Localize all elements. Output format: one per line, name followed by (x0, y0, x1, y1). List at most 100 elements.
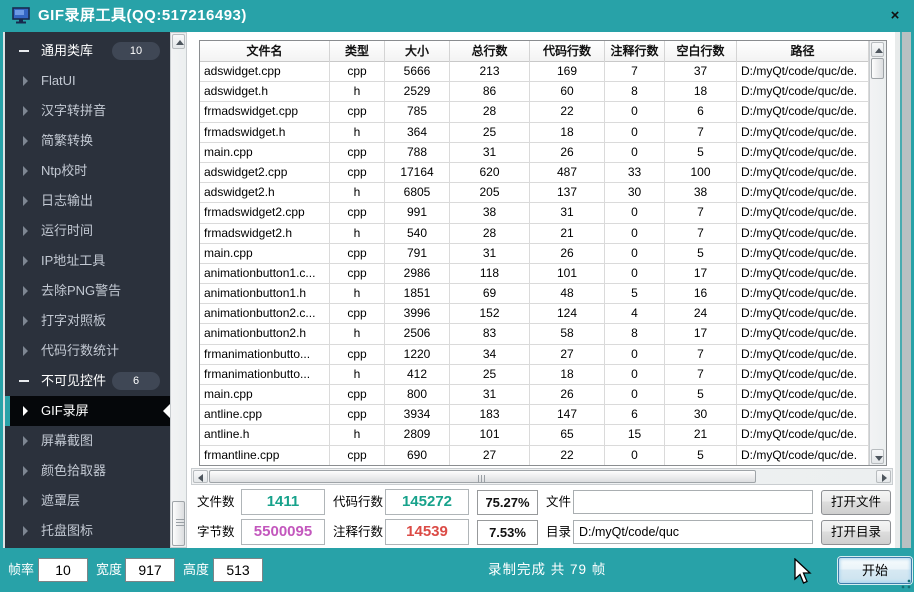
table-cell: 5 (665, 446, 737, 465)
table-cell: frmadswidget2.cpp (200, 203, 330, 223)
table-row[interactable]: frmadswidget.cppcpp785282206D:/myQt/code… (200, 102, 869, 122)
table-cell: cpp (330, 102, 385, 122)
column-header[interactable]: 类型 (330, 41, 385, 62)
table-cell: 0 (605, 345, 665, 365)
column-header[interactable]: 代码行数 (530, 41, 605, 62)
table-row[interactable]: adswidget2.cppcpp1716462048733100D:/myQt… (200, 163, 869, 183)
table-cell: h (330, 82, 385, 102)
open-file-button[interactable]: 打开文件 (821, 490, 891, 515)
directory-label: 目录 (546, 519, 571, 545)
sidebar-item[interactable]: 颜色拾取器 (5, 456, 170, 486)
table-row[interactable]: animationbutton2.hh25068358817D:/myQt/co… (200, 324, 869, 344)
table-cell: 412 (385, 365, 450, 385)
scroll-left-button[interactable] (193, 470, 208, 483)
table-cell: 124 (530, 304, 605, 324)
table-cell: antline.cpp (200, 405, 330, 425)
table-cell: 7 (665, 123, 737, 143)
table-cell: D:/myQt/code/quc/de. (737, 264, 869, 284)
column-header[interactable]: 路径 (737, 41, 869, 62)
table-row[interactable]: frmantline.cppcpp690272205D:/myQt/code/q… (200, 446, 869, 465)
sidebar-item[interactable]: IP地址工具 (5, 246, 170, 276)
code-lines-label: 代码行数 (333, 489, 383, 515)
table-row[interactable]: animationbutton1.hh18516948516D:/myQt/co… (200, 284, 869, 304)
arrow-left-icon (198, 474, 203, 482)
close-icon[interactable]: × (884, 5, 906, 27)
sidebar-item[interactable]: 日志输出 (5, 186, 170, 216)
sidebar-item[interactable]: FlatUI (5, 66, 170, 96)
triangle-right-icon (23, 106, 28, 116)
table-vertical-scrollbar[interactable] (869, 41, 886, 465)
table-cell: 213 (450, 62, 530, 82)
table-row[interactable]: frmadswidget2.hh540282107D:/myQt/code/qu… (200, 224, 869, 244)
table-cell: 2809 (385, 425, 450, 445)
table-cell: 25 (450, 365, 530, 385)
table-cell: cpp (330, 203, 385, 223)
table-cell: 7 (665, 224, 737, 244)
table-cell: 2986 (385, 264, 450, 284)
table-row[interactable]: adswidget.cppcpp5666213169737D:/myQt/cod… (200, 62, 869, 82)
scroll-down-button[interactable] (871, 449, 884, 464)
sidebar-group-header[interactable]: 不可见控件6 (5, 366, 170, 396)
sidebar-scrollbar[interactable] (170, 32, 187, 548)
arrow-right-icon (882, 474, 887, 482)
scroll-up-button[interactable] (871, 42, 884, 57)
table-row[interactable]: frmanimationbutto...cpp1220342707D:/myQt… (200, 345, 869, 365)
sidebar-item[interactable]: 简繁转换 (5, 126, 170, 156)
table-cell: 800 (385, 385, 450, 405)
sidebar-item[interactable]: 运行时间 (5, 216, 170, 246)
sidebar-item[interactable]: 去除PNG警告 (5, 276, 170, 306)
table-cell: 38 (665, 183, 737, 203)
table-cell: 16 (665, 284, 737, 304)
column-header[interactable]: 文件名 (200, 41, 330, 62)
table-cell: D:/myQt/code/quc/de. (737, 82, 869, 102)
column-header[interactable]: 大小 (385, 41, 450, 62)
column-header[interactable]: 空白行数 (665, 41, 737, 62)
open-directory-button[interactable]: 打开目录 (821, 520, 891, 545)
column-header[interactable]: 总行数 (450, 41, 530, 62)
sidebar-scroll-thumb[interactable] (172, 501, 185, 546)
table-row[interactable]: main.cppcpp800312605D:/myQt/code/quc/de. (200, 385, 869, 405)
table-row[interactable]: main.cppcpp788312605D:/myQt/code/quc/de. (200, 143, 869, 163)
table-row[interactable]: animationbutton2.c...cpp3996152124424D:/… (200, 304, 869, 324)
table-row[interactable]: main.cppcpp791312605D:/myQt/code/quc/de. (200, 244, 869, 264)
table-row[interactable]: adswidget2.hh68052051373038D:/myQt/code/… (200, 183, 869, 203)
table-cell: animationbutton2.c... (200, 304, 330, 324)
table-row[interactable]: animationbutton1.c...cpp2986118101017D:/… (200, 264, 869, 284)
table-cell: 30 (665, 405, 737, 425)
table-cell: 0 (605, 203, 665, 223)
sidebar-item-label: 运行时间 (41, 216, 93, 246)
sidebar-item[interactable]: 打字对照板 (5, 306, 170, 336)
sidebar-item-label: 不可见控件 (41, 366, 106, 396)
table-row[interactable]: frmadswidget2.cppcpp991383107D:/myQt/cod… (200, 203, 869, 223)
sidebar-group-header[interactable]: 通用类库10 (5, 36, 170, 66)
sidebar-item[interactable]: 汉字转拼音 (5, 96, 170, 126)
table-horizontal-scrollbar[interactable] (191, 468, 893, 485)
sidebar-item[interactable]: Ntp校时 (5, 156, 170, 186)
file-path-input[interactable] (573, 490, 813, 514)
scroll-up-button[interactable] (172, 34, 185, 49)
resize-grip[interactable] (901, 579, 911, 589)
sidebar-item[interactable]: GIF录屏 (5, 396, 170, 426)
table-cell: 791 (385, 244, 450, 264)
table-cell: h (330, 123, 385, 143)
sidebar-item[interactable]: 遮罩层 (5, 486, 170, 516)
sidebar-item[interactable]: 代码行数统计 (5, 336, 170, 366)
sidebar-item[interactable]: 托盘图标 (5, 516, 170, 546)
hscroll-thumb[interactable] (209, 470, 756, 483)
table-scroll-thumb[interactable] (871, 58, 884, 79)
fps-input[interactable] (38, 558, 88, 582)
table-row[interactable]: frmadswidget.hh364251807D:/myQt/code/quc… (200, 123, 869, 143)
directory-path-input[interactable] (573, 520, 813, 544)
table-cell: D:/myQt/code/quc/de. (737, 425, 869, 445)
sidebar-item-label: 遮罩层 (41, 486, 80, 516)
column-header[interactable]: 注释行数 (605, 41, 665, 62)
width-input[interactable] (125, 558, 175, 582)
table-row[interactable]: frmanimationbutto...h412251807D:/myQt/co… (200, 365, 869, 385)
table-cell: cpp (330, 405, 385, 425)
table-row[interactable]: antline.cppcpp3934183147630D:/myQt/code/… (200, 405, 869, 425)
scroll-right-button[interactable] (876, 470, 891, 483)
table-row[interactable]: antline.hh2809101651521D:/myQt/code/quc/… (200, 425, 869, 445)
height-input[interactable] (213, 558, 263, 582)
table-row[interactable]: adswidget.hh25298660818D:/myQt/code/quc/… (200, 82, 869, 102)
sidebar-item[interactable]: 屏幕截图 (5, 426, 170, 456)
